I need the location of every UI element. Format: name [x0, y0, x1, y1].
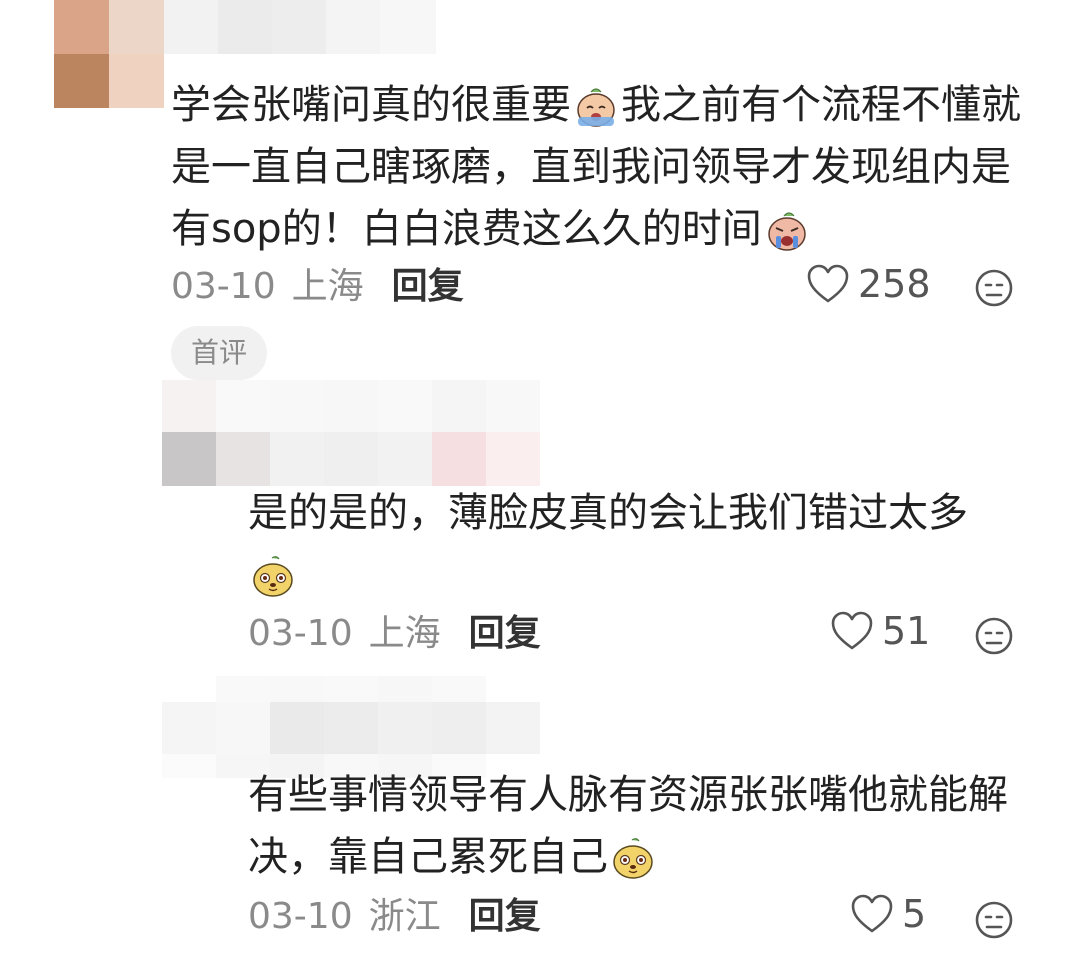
dog-face-emoji — [253, 556, 293, 597]
like-count: 51 — [882, 609, 931, 653]
comment-text-part: 是的是的，薄脸皮真的会让我们错过太多 — [248, 490, 968, 536]
comment-location: 浙江 — [368, 896, 441, 937]
dislike-face-icon[interactable] — [974, 616, 1014, 656]
like-count: 258 — [858, 262, 931, 306]
comment-text-part: 学会张嘴问真的很重要 — [171, 82, 571, 128]
comment-meta: 03-10 上海 回复 — [171, 262, 464, 312]
heart-outline-icon — [807, 264, 849, 303]
comment-location: 上海 — [368, 613, 441, 654]
like-button[interactable]: 51 — [830, 609, 930, 653]
reply-button[interactable]: 回复 — [469, 609, 541, 659]
comment-date: 03-10 — [248, 896, 353, 937]
comment-location: 上海 — [291, 266, 364, 307]
heart-outline-icon — [831, 611, 873, 650]
first-comment-badge: 首评 — [171, 326, 267, 380]
comment-text: 学会张嘴问真的很重要 我之前有个流程不懂就是一直自己瞎琢磨，直到我问领导才发现组… — [171, 74, 1031, 260]
mosaic-username[interactable] — [164, 0, 436, 54]
reply-meta: 03-10 浙江 回复 — [248, 892, 541, 942]
heart-outline-icon — [851, 894, 893, 933]
reply-text: 是的是的，薄脸皮真的会让我们错过太多 — [248, 482, 1038, 606]
reply-text: 有些事情领导有人脉有资源张张嘴他就能解决，靠自己累死自己 — [248, 764, 1038, 888]
mosaic-avatar[interactable] — [54, 0, 164, 108]
crying-face-emoji — [767, 212, 806, 251]
like-count: 5 — [902, 892, 927, 936]
reply-meta: 03-10 上海 回复 — [248, 609, 541, 659]
dislike-face-icon[interactable] — [974, 900, 1014, 940]
like-button[interactable]: 5 — [850, 892, 926, 936]
like-button[interactable]: 258 — [806, 262, 931, 306]
crying-emoji — [577, 88, 615, 127]
mosaic-reply-header[interactable] — [162, 676, 540, 778]
reply-button[interactable]: 回复 — [392, 262, 464, 312]
dog-face-emoji — [613, 838, 653, 879]
mosaic-reply-header[interactable] — [162, 380, 540, 486]
dislike-face-icon[interactable] — [974, 268, 1014, 308]
comment-date: 03-10 — [248, 613, 353, 654]
reply-button[interactable]: 回复 — [469, 892, 541, 942]
comment-date: 03-10 — [171, 266, 276, 307]
